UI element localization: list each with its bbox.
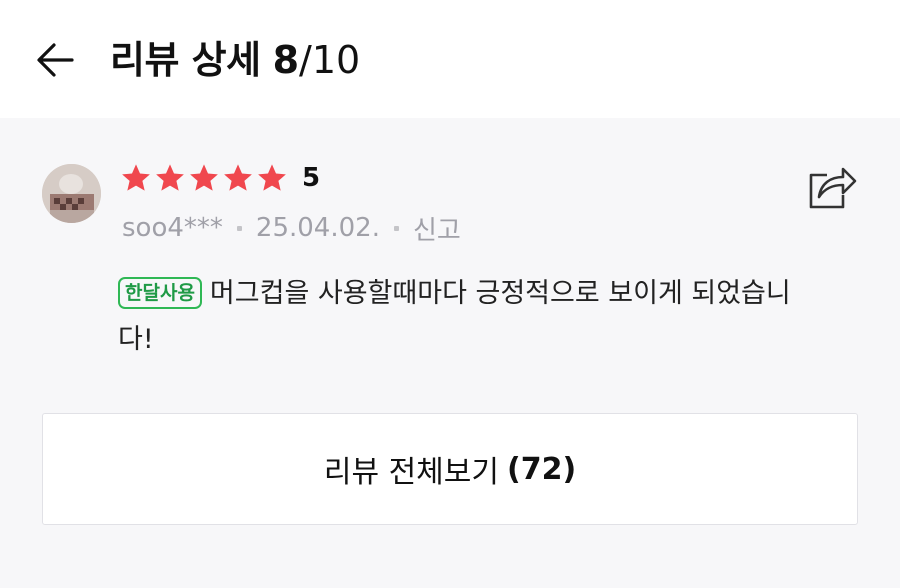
page-title-text: 리뷰 상세 (110, 38, 261, 82)
review-count: (72) (506, 451, 577, 487)
star-icon (156, 164, 184, 191)
share-button[interactable] (804, 162, 860, 212)
report-link[interactable]: 신고 (413, 210, 461, 247)
index-separator: / (299, 38, 312, 82)
review-body: 한달사용 머그컵을 사용할때마다 긍정적으로 보이게 되었습니다! (118, 271, 818, 363)
total-review-count: 10 (311, 38, 361, 82)
top-bar: 리뷰 상세 8 / 10 (0, 0, 900, 118)
reviewer-username: soo4*** (122, 213, 223, 243)
meta-separator (236, 225, 242, 231)
view-all-reviews-button[interactable]: 리뷰 전체보기 (72) (42, 413, 858, 525)
usage-period-badge: 한달사용 (118, 277, 202, 309)
user-avatar-image (42, 164, 101, 223)
star-icon (224, 164, 252, 191)
view-all-reviews-label: 리뷰 전체보기 (323, 455, 499, 490)
arrow-left-icon (37, 43, 74, 77)
star-rating: 5 (120, 162, 320, 194)
back-button[interactable] (30, 38, 80, 82)
star-icon (122, 164, 150, 191)
review-text: 머그컵을 사용할때마다 긍정적으로 보이게 되었습니다! (118, 278, 791, 355)
star-icon (258, 164, 286, 191)
page-title: 리뷰 상세 8 / 10 (110, 36, 360, 84)
rating-value: 5 (302, 163, 321, 193)
review-meta: soo4*** 25.04.02. 신고 (122, 210, 461, 246)
avatar (42, 164, 101, 223)
review-detail: 5 soo4*** 25.04.02. 신고 한달사용 머그컵을 사용할때마다 긍… (0, 118, 900, 588)
star-icon (190, 164, 218, 191)
current-review-index: 8 (272, 38, 300, 82)
share-icon (809, 167, 857, 209)
meta-separator (393, 225, 399, 231)
review-date: 25.04.02. (255, 213, 380, 243)
